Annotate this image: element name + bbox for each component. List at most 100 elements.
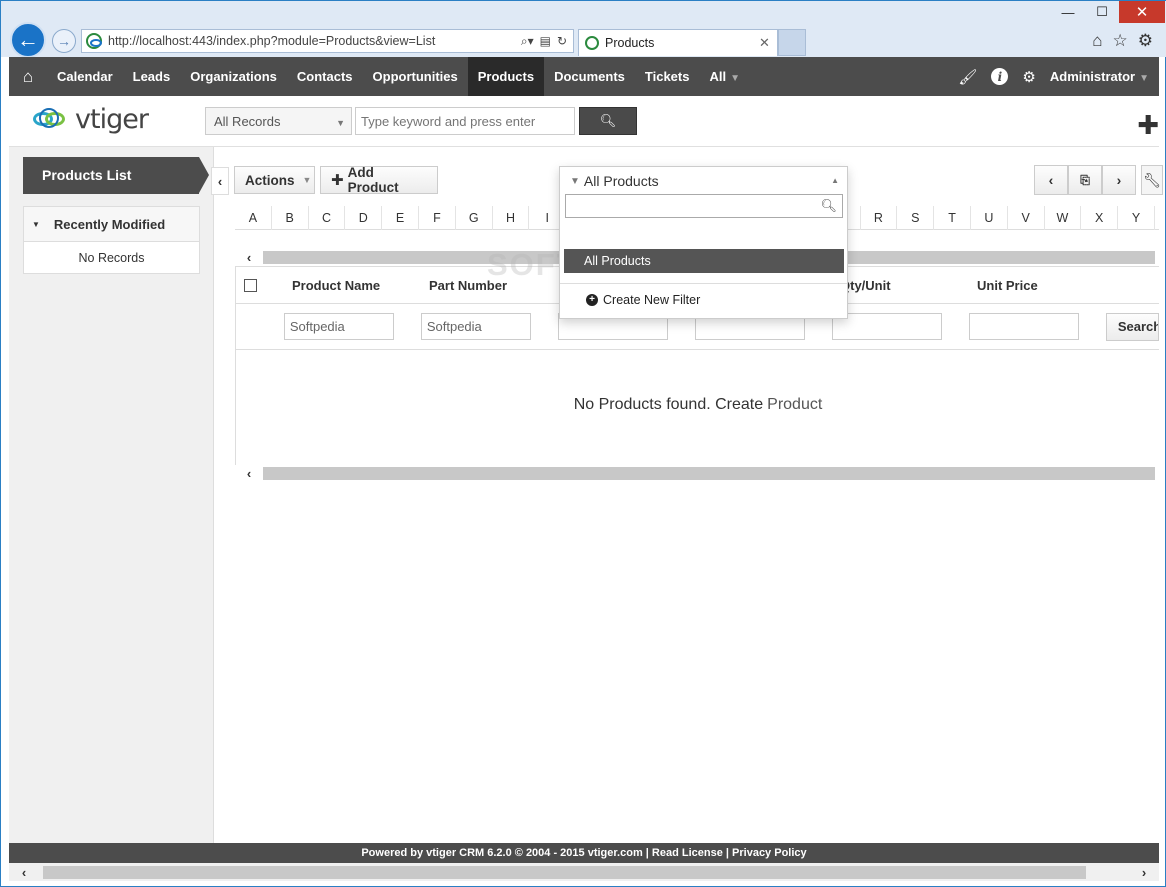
scroll-left-arrow-icon[interactable]: ‹ xyxy=(235,466,263,481)
scroll-thumb[interactable] xyxy=(43,865,1086,879)
recently-modified-empty: No Records xyxy=(78,251,145,265)
nav-calendar[interactable]: Calendar xyxy=(47,57,123,96)
table-bottom-scrollbar[interactable]: ‹ xyxy=(235,465,1155,481)
maximize-button[interactable]: ☐ xyxy=(1085,1,1119,23)
create-new-filter-link[interactable]: + Create New Filter xyxy=(586,293,700,307)
filter-unit-price-input[interactable] xyxy=(968,313,1079,340)
actions-label: Actions xyxy=(245,172,295,188)
browser-tab[interactable]: Products ✕ xyxy=(578,29,778,56)
caret-down-icon: ▼ xyxy=(730,73,740,84)
scroll-right-arrow-icon[interactable]: › xyxy=(1129,865,1159,880)
left-sidebar: Products List ▼ Recently Modified No Rec… xyxy=(9,147,214,843)
alphabet-letter-h[interactable]: H xyxy=(493,206,530,230)
wrench-icon[interactable]: 🔧︎ xyxy=(1141,165,1163,195)
home-icon[interactable]: ⌂ xyxy=(9,57,47,96)
alphabet-letter-d[interactable]: D xyxy=(345,206,383,230)
refresh-icon[interactable]: ↻ xyxy=(557,34,567,49)
user-menu[interactable]: Administrator ▼ xyxy=(1050,69,1149,84)
alphabet-letter-e[interactable]: E xyxy=(382,206,419,230)
minimize-button[interactable]: — xyxy=(1051,1,1085,23)
recently-modified-panel: ▼ Recently Modified No Records xyxy=(23,206,200,274)
scroll-track[interactable] xyxy=(39,865,1129,879)
nav-all-label: All xyxy=(709,69,727,84)
global-search-button[interactable]: 🔍︎ xyxy=(579,107,637,135)
alphabet-letter-r[interactable]: R xyxy=(861,206,898,230)
nav-organizations[interactable]: Organizations xyxy=(180,57,287,96)
alphabet-letter-g[interactable]: G xyxy=(456,206,493,230)
alphabet-letter-v[interactable]: V xyxy=(1008,206,1045,230)
nav-contacts[interactable]: Contacts xyxy=(287,57,363,96)
filter-part-number-input[interactable] xyxy=(420,313,531,340)
paintbrush-icon[interactable]: 🖌 xyxy=(958,68,977,86)
next-page-chevron-icon[interactable]: › xyxy=(1102,165,1136,195)
create-new-filter-label: Create New Filter xyxy=(603,293,701,307)
nav-tickets[interactable]: Tickets xyxy=(635,57,700,96)
alphabet-letter-w[interactable]: W xyxy=(1045,206,1082,230)
alphabet-letter-b[interactable]: B xyxy=(272,206,309,230)
filter-product-name-input[interactable] xyxy=(283,313,394,340)
scroll-left-arrow-icon[interactable]: ‹ xyxy=(9,865,39,880)
column-unit-price[interactable]: Unit Price xyxy=(977,278,1114,293)
column-product-name[interactable]: Product Name xyxy=(292,278,429,293)
funnel-icon: ▼ xyxy=(570,175,580,187)
page-jump-icon[interactable]: ⎘ xyxy=(1068,165,1102,195)
back-button[interactable]: ← xyxy=(10,22,46,58)
home-icon[interactable]: ⌂ xyxy=(1092,31,1102,51)
records-scope-select[interactable]: All Records ▼ xyxy=(205,107,352,135)
address-bar[interactable]: http://localhost:443/index.php?module=Pr… xyxy=(81,29,574,53)
select-all-checkbox[interactable] xyxy=(244,278,257,292)
alphabet-letter-c[interactable]: C xyxy=(309,206,346,230)
filter-search-button[interactable]: Search xyxy=(1105,312,1159,341)
browser-toolbar-icons: ⌂ ☆ ⚙ xyxy=(1092,31,1153,51)
filter-dropdown: ▼ All Products ▲ 🔍︎ All Products + Creat… xyxy=(559,166,848,319)
compat-view-icon[interactable]: ▤ xyxy=(540,34,551,49)
settings-gear-icon[interactable]: ⚙ xyxy=(1138,31,1153,51)
app-header: vtiger All Records ▼ 🔍︎ ✚ xyxy=(9,96,1159,147)
alphabet-letter-s[interactable]: S xyxy=(897,206,935,230)
page-horizontal-scrollbar[interactable]: ‹ › xyxy=(9,863,1159,881)
nav-opportunities[interactable]: Opportunities xyxy=(363,57,468,96)
alphabet-letter-a[interactable]: A xyxy=(235,206,272,230)
scroll-track[interactable] xyxy=(263,466,1155,480)
nav-documents[interactable]: Documents xyxy=(544,57,635,96)
close-window-button[interactable]: ✕ xyxy=(1119,1,1165,23)
alphabet-letter-u[interactable]: U xyxy=(971,206,1008,230)
empty-state-text: No Products found. Create xyxy=(573,396,764,413)
new-tab-button[interactable] xyxy=(778,29,806,56)
url-text[interactable]: http://localhost:443/index.php?module=Pr… xyxy=(108,34,521,48)
search-icon: 🔍︎ xyxy=(820,198,837,213)
plus-circle-icon: + xyxy=(586,294,598,306)
nav-all-menu[interactable]: All ▼ xyxy=(699,57,750,96)
search-icon[interactable]: ⌕▾ xyxy=(521,34,534,49)
filter-option-all-products[interactable]: All Products xyxy=(564,249,844,273)
alphabet-letter-x[interactable]: X xyxy=(1081,206,1119,230)
previous-page-chevron-icon[interactable]: ‹ xyxy=(1034,165,1068,195)
caret-down-icon: ▼ xyxy=(336,118,345,128)
alphabet-letter-t[interactable]: T xyxy=(934,206,971,230)
filter-dropdown-header[interactable]: ▼ All Products ▲ xyxy=(560,167,847,195)
add-product-label: Add Product xyxy=(347,165,399,195)
alphabet-letter-f[interactable]: F xyxy=(419,206,456,230)
actions-button[interactable]: Actions ▼ xyxy=(234,166,315,194)
favorites-star-icon[interactable]: ☆ xyxy=(1113,31,1128,51)
sidebar-collapse-chevron-icon[interactable]: ‹ xyxy=(211,167,229,195)
add-product-button[interactable]: ✚ Add Product xyxy=(320,165,438,195)
global-search-input[interactable] xyxy=(355,107,575,135)
nav-leads[interactable]: Leads xyxy=(123,57,181,96)
alphabet-letter-y[interactable]: Y xyxy=(1118,206,1155,230)
forward-button[interactable]: → xyxy=(52,29,76,53)
gear-icon[interactable]: ⚙ xyxy=(1022,68,1035,86)
tab-close-icon[interactable]: ✕ xyxy=(759,35,777,51)
caret-up-icon: ▲ xyxy=(831,176,839,185)
filter-search-box[interactable]: 🔍︎ xyxy=(565,194,843,218)
recently-modified-header[interactable]: ▼ Recently Modified xyxy=(24,207,199,242)
vtiger-logo[interactable]: vtiger xyxy=(31,104,149,135)
quick-create-plus-icon[interactable]: ✚ xyxy=(1137,110,1159,141)
column-qty-unit[interactable]: Qty/Unit xyxy=(840,278,977,293)
nav-products[interactable]: Products xyxy=(467,57,545,96)
scroll-left-arrow-icon[interactable]: ‹ xyxy=(235,250,263,265)
filter-qty-unit-input[interactable] xyxy=(831,313,942,340)
create-product-link[interactable]: Product xyxy=(767,396,822,413)
page-footer: Powered by vtiger CRM 6.2.0 © 2004 - 201… xyxy=(9,843,1159,863)
info-icon[interactable]: i xyxy=(991,68,1009,85)
